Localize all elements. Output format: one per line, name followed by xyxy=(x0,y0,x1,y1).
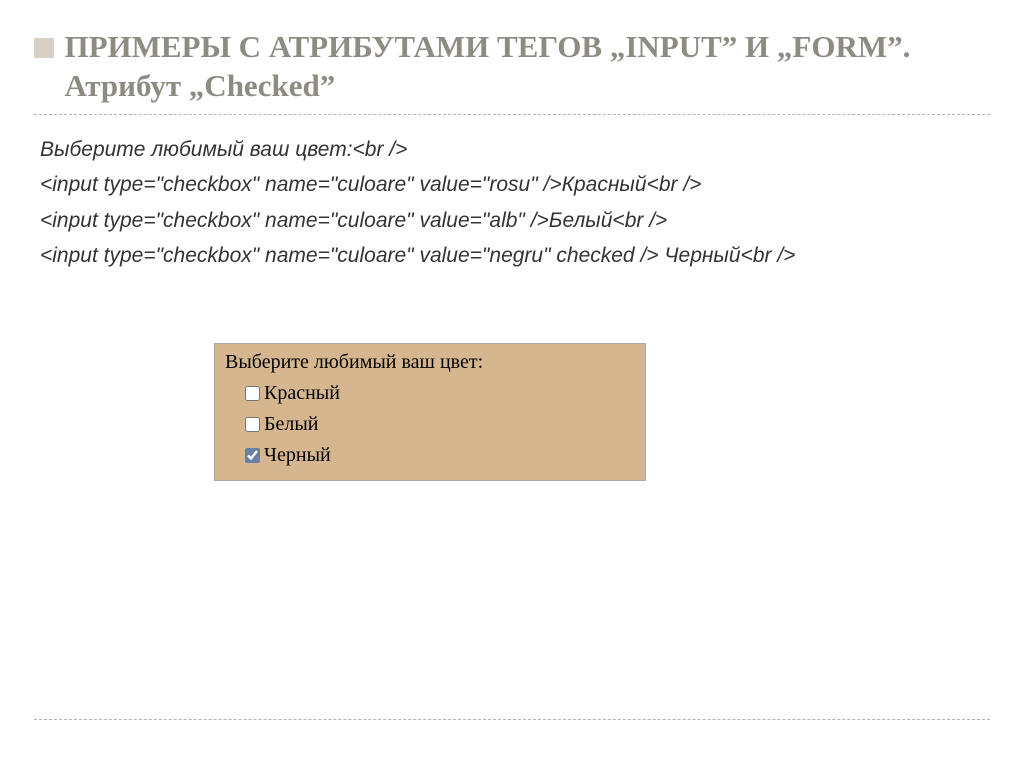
example-prompt: Выберите любимый ваш цвет: xyxy=(225,348,635,377)
option-red: Красный xyxy=(245,379,635,408)
title-bullet-icon xyxy=(34,38,54,58)
code-line-1: Выберите любимый ваш цвет:<br /> xyxy=(40,133,990,167)
option-red-label: Красный xyxy=(264,379,340,408)
checkbox-black[interactable] xyxy=(245,448,260,463)
rendered-example: Выберите любимый ваш цвет: Красный Белый… xyxy=(214,343,646,481)
slide-title-block: ПРИМЕРЫ С АТРИБУТАМИ ТЕГОВ „INPUT” И „FO… xyxy=(34,28,990,106)
code-line-2: <input type="checkbox" name="culoare" va… xyxy=(40,168,990,202)
slide-title: ПРИМЕРЫ С АТРИБУТАМИ ТЕГОВ „INPUT” И „FO… xyxy=(64,28,984,106)
option-black: Черный xyxy=(245,441,635,470)
code-line-4: <input type="checkbox" name="culoare" va… xyxy=(40,239,990,273)
option-white: Белый xyxy=(245,410,635,439)
option-black-label: Черный xyxy=(264,441,331,470)
checkbox-white[interactable] xyxy=(245,417,260,432)
code-listing: Выберите любимый ваш цвет:<br /> <input … xyxy=(34,129,990,273)
slide: ПРИМЕРЫ С АТРИБУТАМИ ТЕГОВ „INPUT” И „FO… xyxy=(0,0,1024,768)
divider-top xyxy=(34,114,990,115)
checkbox-red[interactable] xyxy=(245,386,260,401)
option-white-label: Белый xyxy=(264,410,318,439)
code-line-3: <input type="checkbox" name="culoare" va… xyxy=(40,204,990,238)
divider-bottom xyxy=(34,719,990,720)
